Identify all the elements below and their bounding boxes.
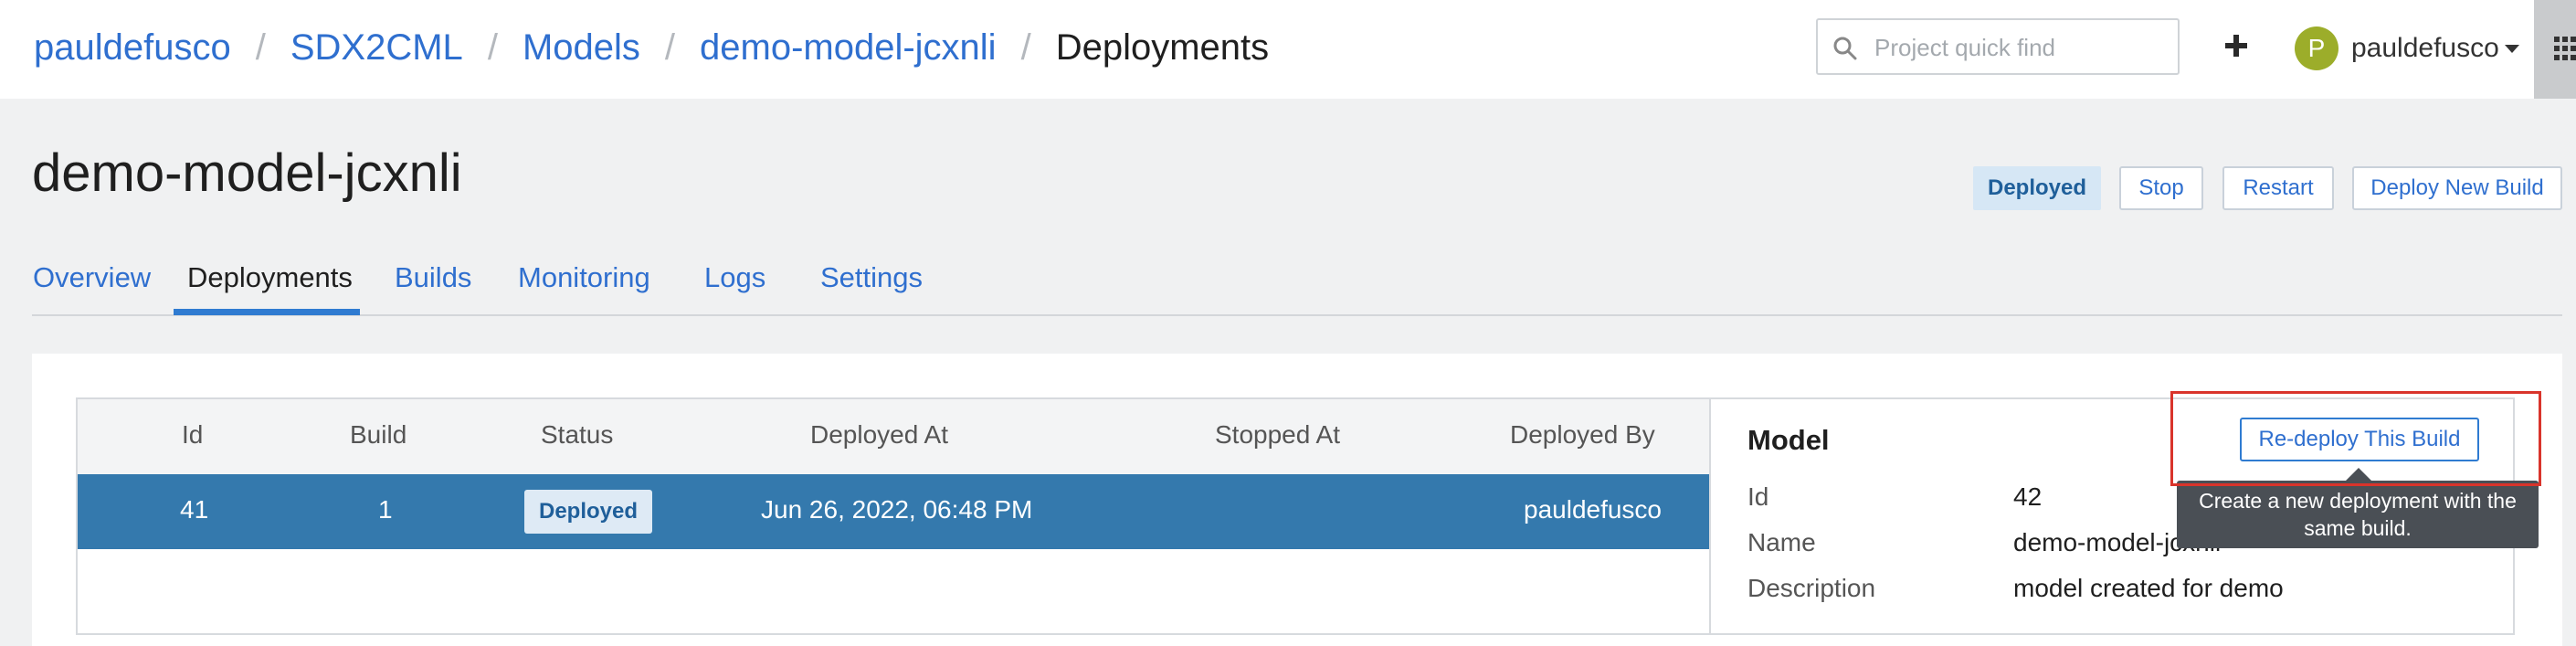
restart-button[interactable]: Restart	[2222, 166, 2334, 210]
tooltip-arrow	[2346, 468, 2371, 481]
search-input[interactable]	[1873, 27, 2169, 68]
column-header-stopped-at[interactable]: Stopped At	[1215, 420, 1340, 450]
deploy-new-build-button[interactable]: Deploy New Build	[2352, 166, 2562, 210]
column-header-id[interactable]: Id	[182, 420, 203, 450]
active-tab-indicator	[174, 309, 360, 315]
redeploy-tooltip: Create a new deployment with the same bu…	[2177, 481, 2539, 548]
column-header-build[interactable]: Build	[350, 420, 406, 450]
breadcrumb-models[interactable]: Models	[523, 27, 640, 69]
top-bar: pauldefusco / SDX2CML / Models / demo-mo…	[0, 0, 2576, 99]
tab-settings[interactable]: Settings	[820, 261, 923, 294]
tab-bar: Overview Deployments Builds Monitoring L…	[0, 252, 2562, 316]
breadcrumb-model[interactable]: demo-model-jcxnli	[700, 27, 997, 69]
column-header-deployed-at[interactable]: Deployed At	[810, 420, 948, 450]
tab-builds[interactable]: Builds	[395, 261, 471, 294]
cell-deployed-at: Jun 26, 2022, 06:48 PM	[761, 495, 1033, 524]
breadcrumb: pauldefusco / SDX2CML / Models / demo-mo…	[34, 22, 1269, 73]
tab-overview[interactable]: Overview	[33, 261, 151, 294]
breadcrumb-current: Deployments	[1055, 26, 1270, 68]
breadcrumb-project[interactable]: SDX2CML	[290, 27, 463, 69]
cell-id: 41	[180, 495, 209, 524]
breadcrumb-separator: /	[255, 26, 266, 68]
redeploy-build-button[interactable]: Re-deploy This Build	[2240, 418, 2479, 461]
page-title: demo-model-jcxnli	[32, 143, 462, 203]
breadcrumb-separator: /	[1020, 26, 1031, 68]
tab-divider	[32, 314, 2562, 316]
cell-deployed-by: pauldefusco	[1524, 495, 1663, 524]
add-button[interactable]	[2218, 27, 2254, 64]
column-header-deployed-by[interactable]: Deployed By	[1510, 420, 1655, 450]
breadcrumb-separator: /	[487, 26, 498, 68]
status-badge: Deployed	[1973, 166, 2101, 210]
user-menu[interactable]: P pauldefusco	[2295, 26, 2519, 71]
plus-icon	[2225, 35, 2247, 57]
stop-button[interactable]: Stop	[2119, 166, 2203, 210]
field-label-description: Description	[1747, 574, 1876, 602]
field-value-id: 42	[2013, 482, 2043, 511]
tab-deployments[interactable]: Deployments	[187, 261, 353, 294]
field-label-id: Id	[1747, 482, 1769, 511]
tab-monitoring[interactable]: Monitoring	[518, 261, 650, 294]
field-label-name: Name	[1747, 528, 1816, 556]
chevron-down-icon	[2504, 44, 2519, 53]
tab-logs[interactable]: Logs	[704, 261, 765, 294]
app-switcher[interactable]	[2534, 0, 2576, 99]
field-value-description: model created for demo	[2013, 574, 2284, 602]
status-badge: Deployed	[524, 490, 652, 534]
model-panel-title: Model	[1747, 424, 1830, 456]
user-name: pauldefusco	[2351, 33, 2499, 63]
breadcrumb-user[interactable]: pauldefusco	[34, 27, 231, 69]
column-header-status[interactable]: Status	[541, 420, 613, 450]
grid-icon	[2554, 37, 2576, 60]
search-icon	[1833, 37, 1857, 60]
avatar: P	[2295, 26, 2338, 70]
cell-build: 1	[378, 495, 393, 524]
project-quick-find	[1816, 18, 2180, 75]
breadcrumb-separator: /	[664, 26, 676, 68]
